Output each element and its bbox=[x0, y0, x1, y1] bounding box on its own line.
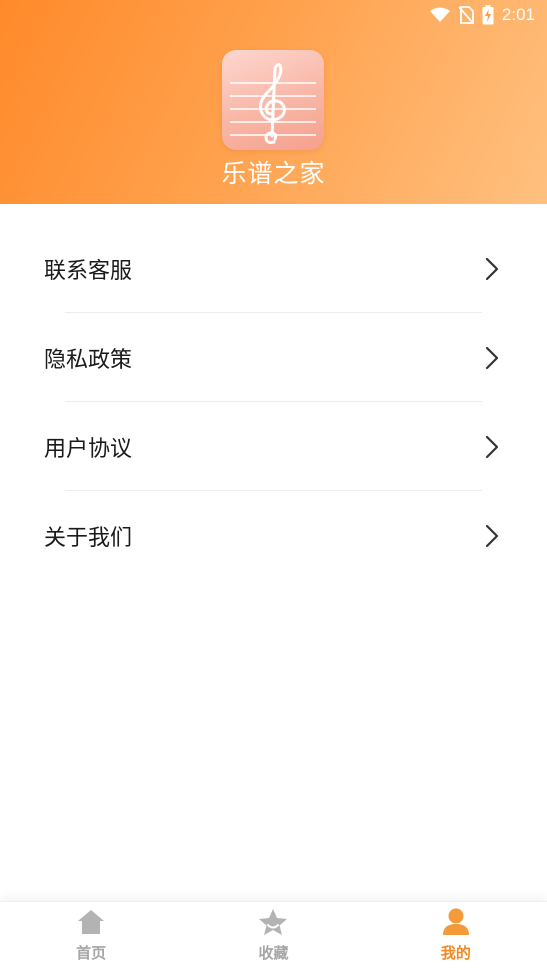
menu-item-label: 用户协议 bbox=[44, 436, 133, 462]
bottom-tab-bar: 首页 收藏 我的 bbox=[0, 901, 547, 973]
tab-label: 首页 bbox=[76, 944, 107, 962]
menu-item-label: 隐私政策 bbox=[44, 347, 133, 373]
chevron-right-icon bbox=[485, 435, 499, 459]
tab-home[interactable]: 首页 bbox=[0, 902, 182, 973]
menu-item-contact-support[interactable]: 联系客服 bbox=[0, 224, 547, 313]
menu-item-privacy-policy[interactable]: 隐私政策 bbox=[0, 313, 547, 402]
star-icon bbox=[258, 908, 288, 940]
wifi-icon bbox=[429, 7, 450, 23]
app-name: 乐谱之家 bbox=[221, 159, 326, 188]
chevron-right-icon bbox=[485, 346, 499, 370]
tab-mine[interactable]: 我的 bbox=[365, 902, 547, 973]
chevron-right-icon bbox=[485, 524, 499, 548]
menu-item-about-us[interactable]: 关于我们 bbox=[0, 491, 547, 580]
settings-menu: 联系客服 隐私政策 用户协议 关于我们 bbox=[0, 224, 547, 580]
treble-clef-icon bbox=[230, 63, 316, 144]
menu-item-label: 联系客服 bbox=[44, 258, 133, 284]
chevron-right-icon bbox=[485, 257, 499, 281]
home-icon bbox=[76, 908, 106, 940]
tab-label: 我的 bbox=[440, 944, 471, 962]
no-sim-icon bbox=[458, 6, 474, 24]
tab-favorites[interactable]: 收藏 bbox=[182, 902, 364, 973]
battery-charging-icon bbox=[482, 5, 494, 25]
status-bar: 2:01 bbox=[0, 0, 547, 30]
profile-header: 2:01 乐谱之家 bbox=[0, 0, 547, 204]
person-icon bbox=[441, 908, 471, 940]
status-time: 2:01 bbox=[501, 5, 535, 24]
menu-item-user-agreement[interactable]: 用户协议 bbox=[0, 402, 547, 491]
menu-item-label: 关于我们 bbox=[44, 525, 133, 551]
tab-label: 收藏 bbox=[258, 944, 289, 962]
app-logo bbox=[222, 50, 324, 150]
